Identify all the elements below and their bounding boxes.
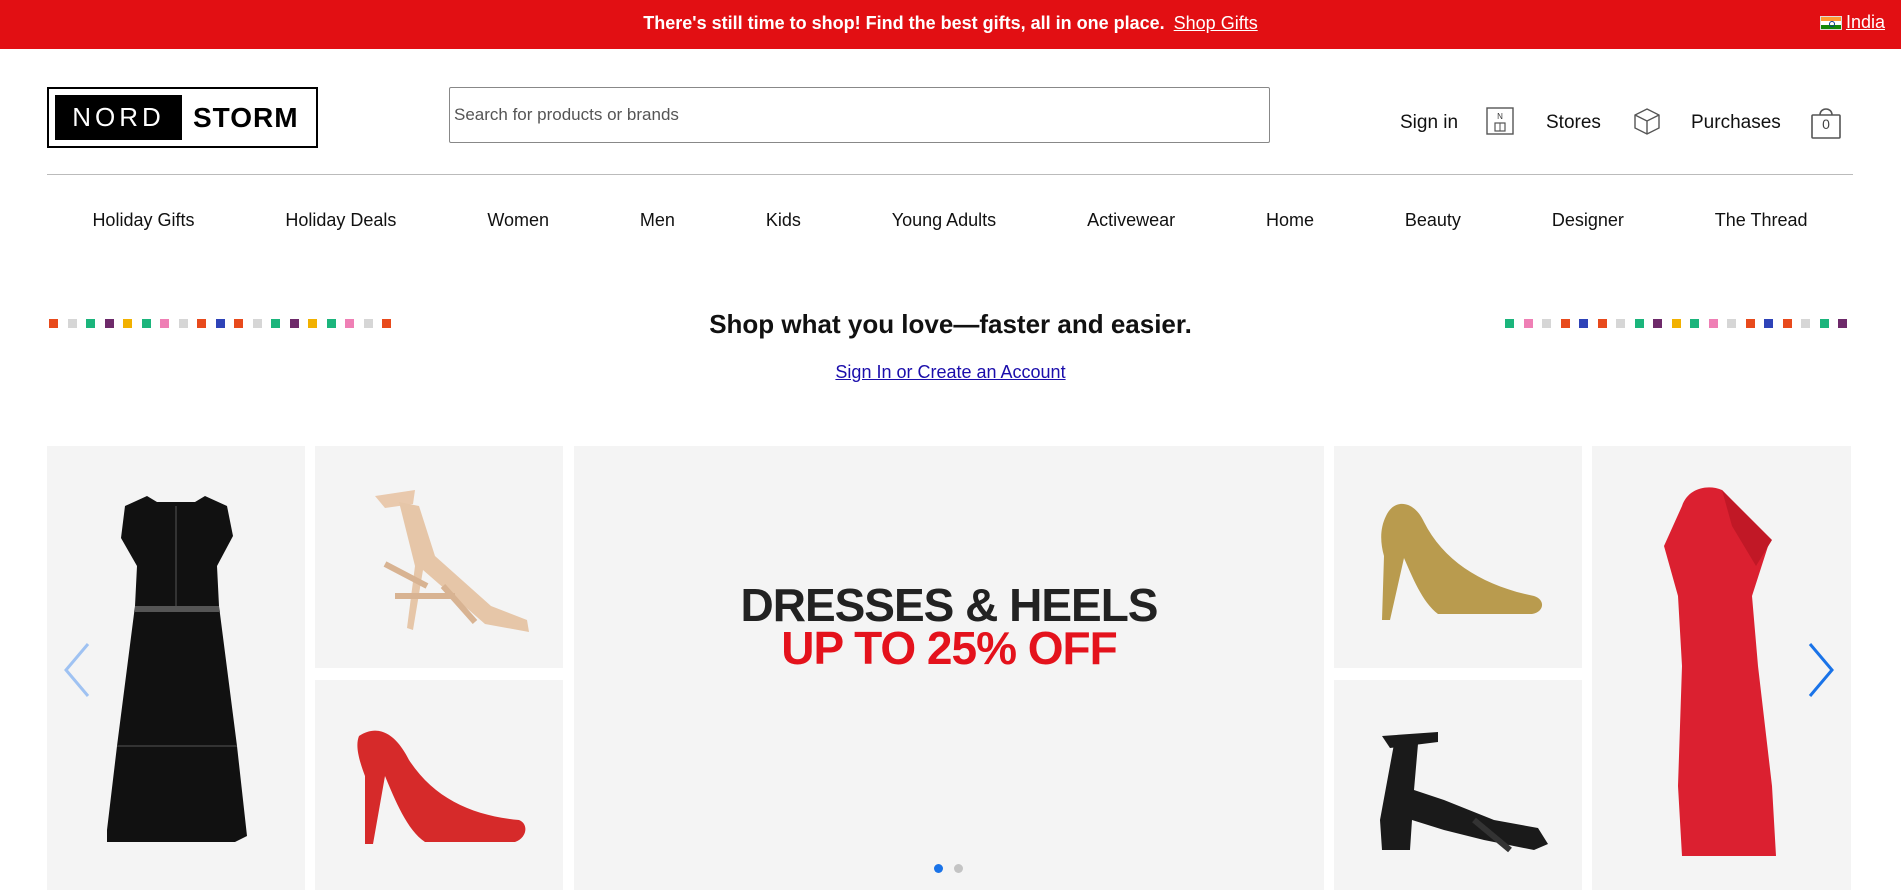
country-selector[interactable]: India	[1819, 12, 1885, 33]
promo-message: There's still time to shop! Find the bes…	[0, 13, 1901, 34]
decorative-dot	[1690, 319, 1699, 328]
decorative-dot	[1542, 319, 1551, 328]
carousel-pager	[934, 864, 963, 873]
decorative-dot	[1616, 319, 1625, 328]
decorative-dots-right	[1505, 319, 1847, 328]
red-pump-image[interactable]	[315, 680, 563, 890]
header-divider	[47, 174, 1853, 175]
search-input[interactable]	[449, 87, 1270, 143]
decorative-dot	[1523, 319, 1533, 328]
decorative-dot	[1560, 319, 1570, 328]
stores-link[interactable]: Stores	[1546, 112, 1601, 134]
decorative-dot	[1745, 319, 1755, 328]
nordstrom-logo[interactable]: NORD STORM	[47, 87, 318, 148]
decorative-dot	[1579, 319, 1588, 328]
promo-carousel: DRESSES & HEELS UP TO 25% OFF	[47, 446, 1851, 890]
nav-item-holiday-deals[interactable]: Holiday Deals	[279, 210, 402, 231]
decorative-dot	[1505, 319, 1514, 328]
banner-subtitle: UP TO 25% OFF	[781, 622, 1118, 674]
nav-item-kids[interactable]: Kids	[760, 210, 807, 231]
country-label: India	[1845, 12, 1885, 32]
promo-bar: There's still time to shop! Find the bes…	[0, 0, 1901, 49]
box-icon[interactable]	[1632, 106, 1662, 136]
decorative-dot	[1727, 319, 1736, 328]
india-flag-icon	[1819, 15, 1842, 30]
decorative-dot	[1653, 319, 1662, 328]
nav-item-men[interactable]: Men	[634, 210, 681, 231]
sign-in-or-create-account-link[interactable]: Sign In or Create an Account	[0, 362, 1901, 383]
carousel-next-arrow-icon[interactable]	[1804, 640, 1838, 700]
nav-item-beauty[interactable]: Beauty	[1399, 210, 1467, 231]
decorative-dot	[1597, 319, 1607, 328]
logo-right-text: STORM	[193, 102, 299, 133]
bag-count: 0	[1822, 116, 1830, 132]
gold-pump-image[interactable]	[1334, 446, 1582, 668]
decorative-dot	[1782, 319, 1792, 328]
svg-text:N: N	[1497, 112, 1503, 121]
logo-left-text: NORD	[55, 95, 182, 140]
decorative-dot	[1671, 319, 1681, 328]
nav-item-the-thread[interactable]: The Thread	[1709, 210, 1814, 231]
decorative-dot	[1634, 319, 1644, 328]
nude-sandal-image[interactable]	[315, 446, 563, 668]
nav-item-designer[interactable]: Designer	[1546, 210, 1630, 231]
decorative-dot	[1819, 319, 1829, 328]
purchases-link[interactable]: Purchases	[1691, 112, 1781, 134]
nav-item-home[interactable]: Home	[1260, 210, 1320, 231]
main-nav: Holiday Gifts Holiday Deals Women Men Ki…	[47, 210, 1853, 231]
carousel-dot-2[interactable]	[954, 864, 963, 873]
carousel-prev-arrow-icon[interactable]	[60, 640, 94, 700]
store-icon[interactable]: N	[1486, 106, 1514, 136]
decorative-dot	[1764, 319, 1773, 328]
nav-item-young-adults[interactable]: Young Adults	[886, 210, 1002, 231]
nav-item-women[interactable]: Women	[481, 210, 555, 231]
decorative-dot	[1838, 319, 1847, 328]
decorative-dot	[1708, 319, 1718, 328]
promo-text: There's still time to shop! Find the bes…	[643, 13, 1165, 33]
nav-item-activewear[interactable]: Activewear	[1081, 210, 1181, 231]
shop-gifts-link[interactable]: Shop Gifts	[1174, 13, 1258, 33]
dresses-heels-banner[interactable]: DRESSES & HEELS UP TO 25% OFF	[574, 446, 1324, 890]
carousel-dot-1[interactable]	[934, 864, 943, 873]
decorative-dot	[1801, 319, 1810, 328]
sign-in-link[interactable]: Sign in	[1400, 112, 1458, 134]
nav-item-holiday-gifts[interactable]: Holiday Gifts	[86, 210, 200, 231]
black-sandal-image[interactable]	[1334, 680, 1582, 890]
